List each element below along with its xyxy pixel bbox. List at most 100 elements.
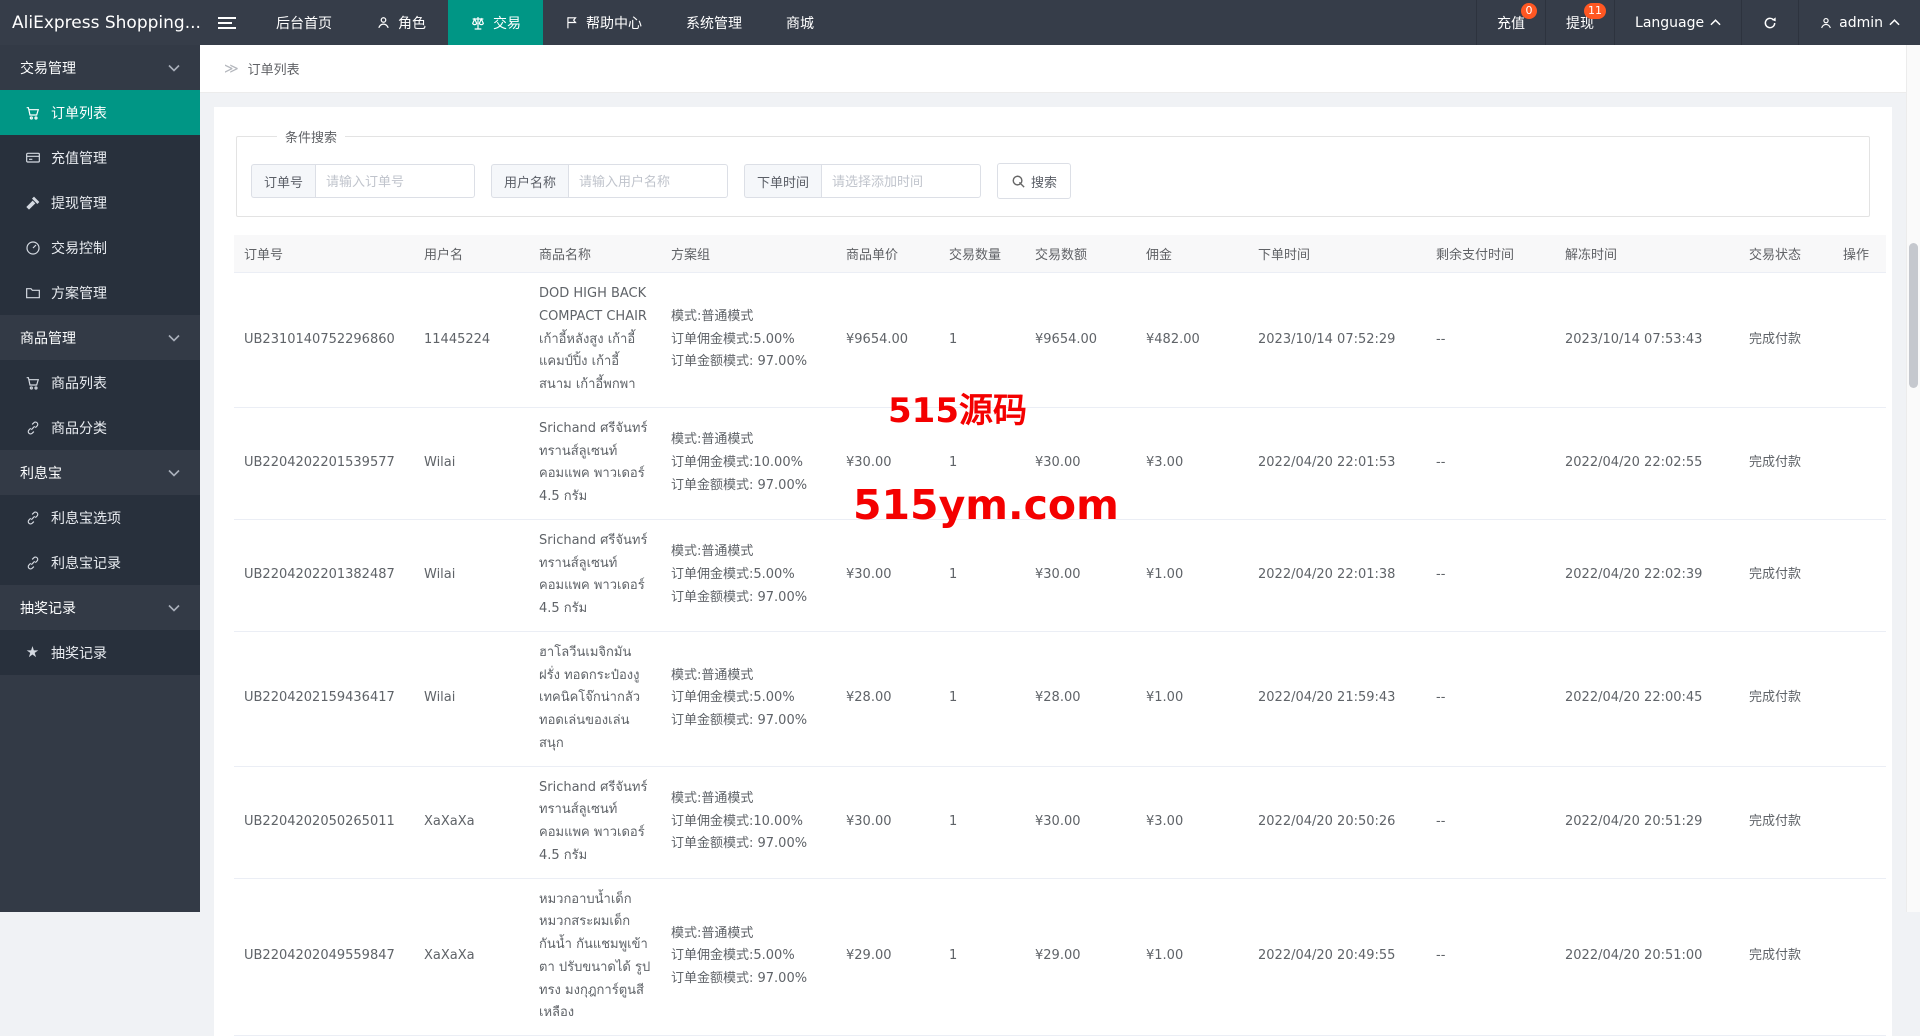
unit-price-cell: ¥9654.00 — [836, 272, 939, 408]
table-header-row: 订单号 用户名 商品名称 方案组 商品单价 交易数量 交易数额 佣金 下单时间 … — [234, 235, 1886, 273]
cart-icon — [24, 375, 41, 391]
search-panel-legend: 条件搜索 — [285, 131, 338, 146]
order-time-cell: 2022/04/20 20:49:55 — [1248, 878, 1426, 1036]
action-cell — [1833, 272, 1886, 408]
sidebar-section-lottery-records[interactable]: 抽奖记录 — [0, 585, 200, 630]
plan-amount-mode: 订单金额模式: 97.00% — [671, 477, 808, 493]
table-row: UB2204202159436417 Wilai ฮาโลวีนเมจิกมัน… — [234, 631, 1886, 767]
plan-cell: 模式:普通模式 订单佣金模式:5.00% 订单金额模式: 97.00% — [661, 272, 836, 408]
plan-amount-mode: 订单金额模式: 97.00% — [671, 589, 808, 605]
sidebar-item-recharge-management[interactable]: 充值管理 — [0, 135, 200, 180]
content: 条件搜索 订单号 用户名称 下单时间 — [200, 93, 1906, 1036]
recharge-button[interactable]: 充值 0 — [1476, 0, 1545, 45]
username-field-group: 用户名称 — [491, 164, 729, 198]
sidebar-item-interest-options[interactable]: 利息宝选项 — [0, 495, 200, 540]
menu-label: 角色 — [398, 15, 426, 32]
sidebar-item-product-list[interactable]: 商品列表 — [0, 360, 200, 405]
menu-item-trade[interactable]: 交易 — [448, 0, 543, 45]
unit-price-cell: ¥30.00 — [836, 407, 939, 520]
plan-commission-mode: 订单佣金模式:5.00% — [671, 566, 795, 582]
menu-item-mall[interactable]: 商城 — [764, 0, 836, 45]
order-no-cell: UB2204202159436417 — [234, 631, 414, 767]
order-list-card: 条件搜索 订单号 用户名称 下单时间 — [214, 107, 1892, 1036]
order-no-cell: UB2204202049559847 — [234, 878, 414, 1036]
language-label: Language — [1635, 14, 1705, 31]
language-dropdown[interactable]: Language — [1614, 0, 1741, 45]
sidebar-item-lottery-records[interactable]: ★ 抽奖记录 — [0, 630, 200, 675]
scale-icon — [470, 15, 486, 31]
amount-cell: ¥30.00 — [1025, 766, 1136, 879]
amount-cell: ¥30.00 — [1025, 407, 1136, 520]
sidebar-item-trade-control[interactable]: 交易控制 — [0, 225, 200, 270]
sidebar-item-label: 订单列表 — [51, 105, 107, 122]
col-unit-price: 商品单价 — [836, 235, 939, 273]
plan-cell: 模式:普通模式 订单佣金模式:5.00% 订单金额模式: 97.00% — [661, 631, 836, 767]
col-commission: 佣金 — [1136, 235, 1248, 273]
menu-item-dashboard[interactable]: 后台首页 — [254, 0, 354, 45]
commission-cell: ¥1.00 — [1136, 519, 1248, 632]
vertical-scrollbar[interactable] — [1906, 45, 1920, 912]
sidebar-item-interest-records[interactable]: 利息宝记录 — [0, 540, 200, 585]
order-no-input[interactable] — [315, 164, 476, 198]
plan-commission-mode: 订单佣金模式:5.00% — [671, 948, 795, 964]
plan-mode: 模式:普通模式 — [671, 667, 754, 683]
status-cell: 完成付款 — [1739, 272, 1833, 408]
commission-cell: ¥1.00 — [1136, 631, 1248, 767]
action-cell — [1833, 631, 1886, 767]
sidebar-item-withdraw-management[interactable]: 提现管理 — [0, 180, 200, 225]
orders-table: 订单号 用户名 商品名称 方案组 商品单价 交易数量 交易数额 佣金 下单时间 … — [234, 235, 1886, 1036]
plan-amount-mode: 订单金额模式: 97.00% — [671, 354, 808, 370]
menu-item-roles[interactable]: 角色 — [354, 0, 448, 45]
chevron-down-icon — [168, 64, 180, 72]
order-time-cell: 2022/04/20 20:50:26 — [1248, 766, 1426, 879]
col-amount: 交易数额 — [1025, 235, 1136, 273]
link-icon — [24, 510, 41, 526]
card-icon — [24, 150, 41, 166]
plan-cell: 模式:普通模式 订单佣金模式:10.00% 订单金额模式: 97.00% — [661, 407, 836, 520]
product-cell: Srichand ศรีจันทร์ ทรานส์ลูเซนท์ คอมแพค … — [529, 519, 661, 632]
chevron-down-icon — [168, 604, 180, 612]
product-cell: ฮาโลวีนเมจิกมันฝรั่ง ทอดกระป๋องงู เทคนิค… — [529, 631, 661, 767]
sidebar-item-order-list[interactable]: 订单列表 — [0, 90, 200, 135]
product-cell: Srichand ศรีจันทร์ ทรานส์ลูเซนท์ คอมแพค … — [529, 766, 661, 879]
sidebar-item-product-category[interactable]: 商品分类 — [0, 405, 200, 450]
table-row: UB2204202201539577 Wilai Srichand ศรีจัน… — [234, 407, 1886, 520]
order-time-field-label: 下单时间 — [744, 164, 822, 198]
table-row: UB2204202050265011 XaXaXa Srichand ศรีจั… — [234, 766, 1886, 879]
remaining-time-cell: -- — [1426, 766, 1555, 879]
commission-cell: ¥3.00 — [1136, 407, 1248, 520]
user-dropdown[interactable]: admin — [1798, 0, 1920, 45]
plan-cell: 模式:普通模式 订单佣金模式:5.00% 订单金额模式: 97.00% — [661, 878, 836, 1036]
plan-cell: 模式:普通模式 订单佣金模式:5.00% 订单金额模式: 97.00% — [661, 519, 836, 632]
col-product: 商品名称 — [529, 235, 661, 273]
plan-mode: 模式:普通模式 — [671, 925, 754, 941]
unit-price-cell: ¥30.00 — [836, 766, 939, 879]
sidebar-toggle-button[interactable] — [200, 0, 254, 45]
sidebar-section-product-management[interactable]: 商品管理 — [0, 315, 200, 360]
sidebar-section-trade-management[interactable]: 交易管理 — [0, 45, 200, 90]
scrollbar-thumb[interactable] — [1909, 243, 1918, 388]
plan-mode: 模式:普通模式 — [671, 432, 754, 448]
chevron-up-icon — [1710, 19, 1721, 26]
plan-commission-mode: 订单佣金模式:5.00% — [671, 690, 795, 706]
search-button[interactable]: 搜索 — [997, 163, 1072, 199]
main-area: ≫ 订单列表 条件搜索 订单号 用户名称 下单时间 — [200, 45, 1906, 1036]
star-icon: ★ — [25, 643, 40, 661]
chevron-down-icon — [168, 334, 180, 342]
sidebar-section-interest-treasure[interactable]: 利息宝 — [0, 450, 200, 495]
username-input[interactable] — [568, 164, 729, 198]
sidebar-item-plan-management[interactable]: 方案管理 — [0, 270, 200, 315]
table-row: UB2204202049559847 XaXaXa หมวกอาบน้ำเด็ก… — [234, 878, 1886, 1036]
refresh-button[interactable] — [1741, 0, 1798, 45]
username-cell: Wilai — [414, 519, 529, 632]
menu-item-help-center[interactable]: 帮助中心 — [543, 0, 664, 45]
recharge-label: 充值 — [1497, 15, 1526, 32]
menu-item-system[interactable]: 系统管理 — [664, 0, 764, 45]
order-time-input[interactable] — [821, 164, 982, 198]
flag-icon — [565, 15, 579, 30]
section-title: 利息宝 — [20, 465, 62, 482]
sidebar-item-label: 商品分类 — [51, 420, 107, 437]
topbar: AliExpress Shopping... 后台首页 角色 交易 帮助中心 系… — [0, 0, 1920, 45]
withdraw-button[interactable]: 提现 11 — [1545, 0, 1614, 45]
table-row: UB2310140752296860 11445224 DOD HIGH BAC… — [234, 272, 1886, 408]
